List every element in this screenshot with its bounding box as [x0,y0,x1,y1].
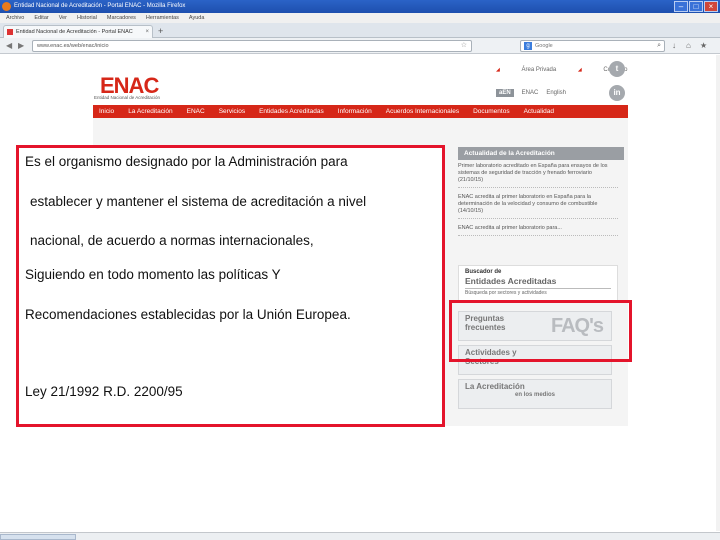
media-banner[interactable]: La Acreditación en los medios [458,379,612,409]
twitter-icon[interactable]: t [609,61,625,77]
firefox-icon [2,2,11,11]
nav-item-actualidad[interactable]: Actualidad [524,105,554,118]
browser-window: Entidad Nacional de Acreditación - Porta… [0,0,720,540]
home-icon[interactable]: ⌂ [686,41,694,50]
window-controls: – □ × [674,1,718,12]
taskbar-item[interactable] [0,534,76,540]
triangle-icon: ◢ [496,67,500,73]
nav-item-informacion[interactable]: Información [338,105,372,118]
triangle-icon: ◢ [577,67,582,73]
tab-bar: Entidad Nacional de Acreditación - Porta… [0,23,720,38]
nav-item-inicio[interactable]: Inicio [99,105,114,118]
search-icon[interactable]: ⌕ [657,41,661,51]
link-private-area[interactable]: Área Privada [522,67,557,73]
media-line2: en los medios [515,392,556,398]
nav-item-acuerdos[interactable]: Acuerdos Internacionales [386,105,459,118]
buscador-line2: Entidades Acreditadas [465,276,557,286]
search-input[interactable]: g Google ⌕ [520,40,665,52]
buscador-highlight-box [449,300,632,362]
annotation-line-6: Ley 21/1992 R.D. 2200/95 [25,384,183,399]
menu-bookmarks[interactable]: Marcadores [107,13,136,23]
status-bar [0,532,720,540]
toolbar-icons: ↓ ⌂ ★ [672,41,708,50]
menu-file[interactable]: Archivo [6,13,24,23]
navigation-bar: ◀ ▶ www.enac.es/web/enac/inicio ☆ g Goog… [0,38,720,54]
google-icon: g [524,42,532,50]
minimize-button[interactable]: – [674,1,688,12]
close-button[interactable]: × [704,1,718,12]
forward-button[interactable]: ▶ [18,41,24,51]
news-item[interactable]: ENAC acredita al primer laboratorio para… [458,225,618,236]
downloads-icon[interactable]: ↓ [672,41,680,50]
bookmark-star-icon[interactable]: ☆ [461,41,467,51]
window-title: Entidad Nacional de Acreditación - Porta… [14,3,186,9]
main-nav: Inicio La Acreditación ENAC Servicios En… [93,105,628,118]
aen-badge[interactable]: aEN [496,89,514,97]
search-placeholder: Google [535,43,553,49]
scrollbar[interactable] [716,55,720,531]
title-bar: Entidad Nacional de Acreditación - Porta… [0,0,720,13]
tab-close-icon[interactable]: × [145,26,149,38]
badge-row: aEN ENAC English [496,89,566,97]
annotation-line-3: nacional, de acuerdo a normas internacio… [30,233,314,248]
menu-bar: Archivo Editar Ver Historial Marcadores … [0,13,720,23]
maximize-button[interactable]: □ [689,1,703,12]
tab-label: Entidad Nacional de Acreditación - Porta… [16,29,133,35]
news-header: Actualidad de la Acreditación [458,147,624,160]
annotation-line-1: Es el organismo designado por la Adminis… [25,154,348,169]
url-bar[interactable]: www.enac.es/web/enac/inicio ☆ [32,40,472,52]
menu-history[interactable]: Historial [77,13,97,23]
menu-help[interactable]: Ayuda [189,13,205,23]
tab-enac[interactable]: Entidad Nacional de Acreditación - Porta… [3,25,153,38]
nav-item-acreditacion[interactable]: La Acreditación [128,105,172,118]
logo-subtitle: Entidad Nacional de Acreditación [94,95,161,100]
site-favicon-icon [7,29,13,35]
buscador-line3: Búsqueda por sectores y actividades [465,288,611,296]
nav-item-documentos[interactable]: Documentos [473,105,510,118]
url-text: www.enac.es/web/enac/inicio [37,43,109,49]
news-item[interactable]: ENAC acredita al primer laboratorio en E… [458,194,618,219]
new-tab-button[interactable]: + [158,26,163,36]
annotation-box: Es el organismo designado por la Adminis… [16,145,445,427]
nav-item-entidades[interactable]: Entidades Acreditadas [259,105,324,118]
bookmarks-icon[interactable]: ★ [700,41,708,50]
annotation-line-4: Siguiendo en todo momento las políticas … [25,267,281,282]
menu-edit[interactable]: Editar [34,13,48,23]
sidebar: Actualidad de la Acreditación Primer lab… [458,147,624,423]
enac-badge[interactable]: ENAC [522,90,539,96]
nav-item-enac[interactable]: ENAC [187,105,205,118]
nav-item-servicios[interactable]: Servicios [219,105,245,118]
media-line1: La Acreditación [465,382,525,391]
annotation-line-5: Recomendaciones establecidas por la Unió… [25,307,351,322]
linkedin-icon[interactable]: in [609,85,625,101]
news-list: Primer laboratorio acreditado en España … [458,163,618,242]
news-item[interactable]: Primer laboratorio acreditado en España … [458,163,618,188]
back-button[interactable]: ◀ [6,41,12,51]
english-link[interactable]: English [546,90,566,96]
menu-view[interactable]: Ver [59,13,67,23]
buscador-line1: Buscador de [465,269,502,275]
annotation-line-2: establecer y mantener el sistema de acre… [30,194,367,209]
accredited-entities-search-banner[interactable]: Buscador de Entidades Acreditadas Búsque… [458,265,618,303]
menu-tools[interactable]: Herramientas [146,13,179,23]
